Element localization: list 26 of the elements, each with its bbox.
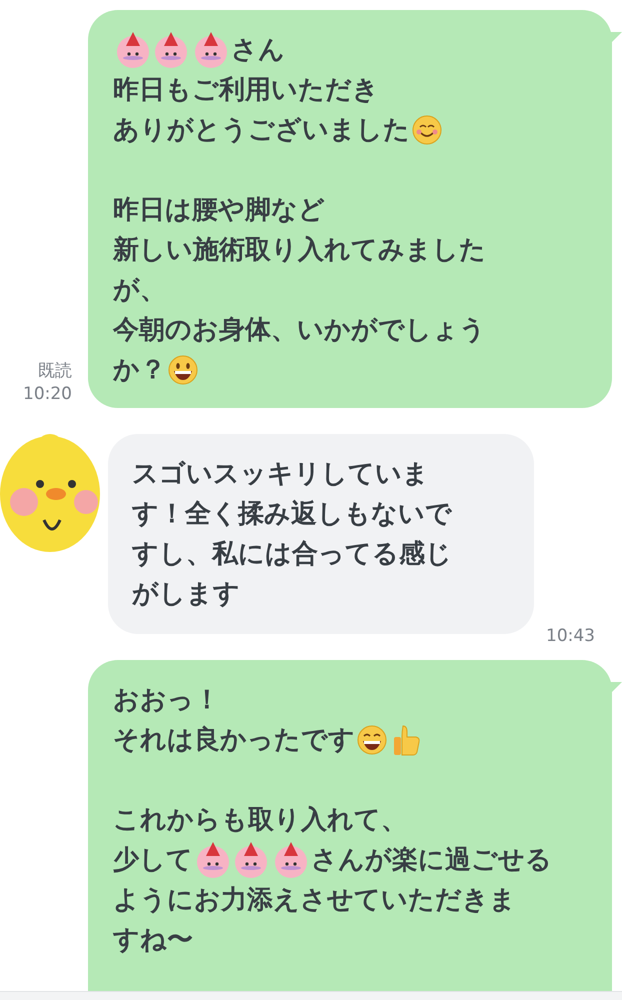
thumbs-up-icon	[391, 724, 421, 756]
read-receipt: 既読	[38, 360, 72, 383]
grinning-face-icon	[357, 725, 387, 755]
message-text: 新しい施術取り入れてみました	[113, 234, 486, 267]
message-text: おおっ！	[113, 684, 220, 717]
message-text: さん	[231, 34, 285, 67]
message-text: ありがとうございました	[113, 114, 410, 147]
message-text: さんが楽に過ごせる	[311, 844, 552, 877]
message-text: すし、私には合ってる感じ	[132, 538, 452, 571]
smiling-face-icon	[412, 115, 442, 145]
message-text: ようにお力添えさせていただきま	[113, 884, 516, 917]
message-time: 10:20	[23, 383, 72, 406]
message-text: が、	[113, 274, 166, 307]
message-time: 10:43	[545, 626, 595, 648]
message-text: 今朝のお身体、いかがでしょう	[113, 314, 486, 347]
message-text: す！全く揉み返しもないで	[132, 498, 452, 531]
message-text: これからも取り入れて、	[113, 804, 407, 837]
message-text: 少して	[113, 844, 193, 877]
message-text: がします	[132, 578, 240, 611]
message-text: それは良かったです	[113, 724, 355, 757]
message-text: 昨日もご利用いただき	[113, 74, 379, 107]
grinning-face-icon	[168, 355, 198, 385]
message-text: 昨日は腰や脚など	[113, 194, 325, 227]
message-text: か？	[113, 354, 166, 387]
message-text: すね〜	[113, 924, 193, 957]
message-text: スゴいスッキリしていま	[132, 458, 429, 491]
